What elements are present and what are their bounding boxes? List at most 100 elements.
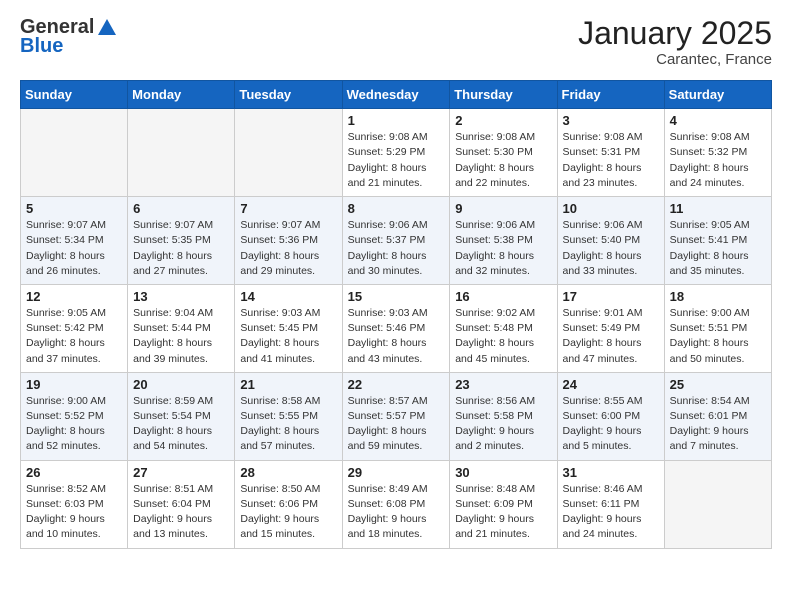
day-cell-18: 18 Sunrise: 9:00 AMSunset: 5:51 PMDayligh… — [664, 284, 771, 372]
day-cell-26: 26 Sunrise: 8:52 AMSunset: 6:03 PMDayligh… — [21, 460, 128, 548]
weekday-header-wednesday: Wednesday — [342, 81, 450, 109]
logo: General Blue — [20, 16, 118, 58]
day-info: Sunrise: 9:05 AMSunset: 5:41 PMDaylight:… — [670, 218, 766, 279]
calendar-week-2: 5 Sunrise: 9:07 AMSunset: 5:34 PMDaylight… — [21, 197, 772, 285]
day-cell-4: 4 Sunrise: 9:08 AMSunset: 5:32 PMDaylight… — [664, 109, 771, 197]
day-cell-10: 10 Sunrise: 9:06 AMSunset: 5:40 PMDayligh… — [557, 197, 664, 285]
day-info: Sunrise: 9:08 AMSunset: 5:32 PMDaylight:… — [670, 130, 766, 191]
calendar-week-5: 26 Sunrise: 8:52 AMSunset: 6:03 PMDayligh… — [21, 460, 772, 548]
day-info: Sunrise: 9:07 AMSunset: 5:34 PMDaylight:… — [26, 218, 122, 279]
day-cell-13: 13 Sunrise: 9:04 AMSunset: 5:44 PMDayligh… — [128, 284, 235, 372]
day-cell-17: 17Sunrise: 9:01 AMSunset: 5:49 PMDayligh… — [557, 284, 664, 372]
day-number: 26 — [26, 465, 122, 480]
day-cell-5: 5 Sunrise: 9:07 AMSunset: 5:34 PMDaylight… — [21, 197, 128, 285]
day-cell-29: 29 Sunrise: 8:49 AMSunset: 6:08 PMDayligh… — [342, 460, 450, 548]
day-number: 1 — [348, 113, 445, 128]
day-info: Sunrise: 9:00 AMSunset: 5:52 PMDaylight:… — [26, 394, 122, 455]
empty-cell — [21, 109, 128, 197]
day-number: 25 — [670, 377, 766, 392]
day-info: Sunrise: 9:02 AMSunset: 5:48 PMDaylight:… — [455, 306, 551, 367]
day-cell-21: 21Sunrise: 8:58 AMSunset: 5:55 PMDayligh… — [235, 372, 342, 460]
weekday-header-saturday: Saturday — [664, 81, 771, 109]
day-number: 5 — [26, 201, 122, 216]
header: General Blue January 2025 Carantec, Fran… — [20, 16, 772, 68]
day-info: Sunrise: 9:06 AMSunset: 5:40 PMDaylight:… — [563, 218, 659, 279]
day-number: 29 — [348, 465, 445, 480]
day-number: 31 — [563, 465, 659, 480]
day-info: Sunrise: 9:05 AMSunset: 5:42 PMDaylight:… — [26, 306, 122, 367]
day-cell-9: 9 Sunrise: 9:06 AMSunset: 5:38 PMDaylight… — [450, 197, 557, 285]
day-number: 16 — [455, 289, 551, 304]
day-cell-16: 16 Sunrise: 9:02 AMSunset: 5:48 PMDayligh… — [450, 284, 557, 372]
empty-cell — [235, 109, 342, 197]
day-info: Sunrise: 8:55 AMSunset: 6:00 PMDaylight:… — [563, 394, 659, 455]
weekday-header-friday: Friday — [557, 81, 664, 109]
day-info: Sunrise: 9:03 AMSunset: 5:46 PMDaylight:… — [348, 306, 445, 367]
weekday-header-sunday: Sunday — [21, 81, 128, 109]
day-cell-25: 25 Sunrise: 8:54 AMSunset: 6:01 PMDayligh… — [664, 372, 771, 460]
day-info: Sunrise: 8:46 AMSunset: 6:11 PMDaylight:… — [563, 482, 659, 543]
day-cell-19: 19 Sunrise: 9:00 AMSunset: 5:52 PMDayligh… — [21, 372, 128, 460]
calendar-table: SundayMondayTuesdayWednesdayThursdayFrid… — [20, 80, 772, 548]
day-number: 28 — [240, 465, 336, 480]
day-number: 24 — [563, 377, 659, 392]
calendar-week-1: 1Sunrise: 9:08 AMSunset: 5:29 PMDaylight… — [21, 109, 772, 197]
day-number: 11 — [670, 201, 766, 216]
day-cell-3: 3Sunrise: 9:08 AMSunset: 5:31 PMDaylight… — [557, 109, 664, 197]
page: General Blue January 2025 Carantec, Fran… — [0, 0, 792, 569]
day-cell-14: 14Sunrise: 9:03 AMSunset: 5:45 PMDayligh… — [235, 284, 342, 372]
weekday-header-monday: Monday — [128, 81, 235, 109]
day-cell-6: 6Sunrise: 9:07 AMSunset: 5:35 PMDaylight… — [128, 197, 235, 285]
calendar-week-4: 19 Sunrise: 9:00 AMSunset: 5:52 PMDayligh… — [21, 372, 772, 460]
day-number: 18 — [670, 289, 766, 304]
day-cell-7: 7 Sunrise: 9:07 AMSunset: 5:36 PMDaylight… — [235, 197, 342, 285]
day-number: 20 — [133, 377, 229, 392]
day-number: 15 — [348, 289, 445, 304]
day-info: Sunrise: 9:06 AMSunset: 5:37 PMDaylight:… — [348, 218, 445, 279]
day-info: Sunrise: 8:49 AMSunset: 6:08 PMDaylight:… — [348, 482, 445, 543]
day-info: Sunrise: 8:52 AMSunset: 6:03 PMDaylight:… — [26, 482, 122, 543]
day-info: Sunrise: 9:08 AMSunset: 5:31 PMDaylight:… — [563, 130, 659, 191]
day-cell-12: 12 Sunrise: 9:05 AMSunset: 5:42 PMDayligh… — [21, 284, 128, 372]
day-number: 30 — [455, 465, 551, 480]
day-cell-11: 11 Sunrise: 9:05 AMSunset: 5:41 PMDayligh… — [664, 197, 771, 285]
day-info: Sunrise: 8:50 AMSunset: 6:06 PMDaylight:… — [240, 482, 336, 543]
day-number: 27 — [133, 465, 229, 480]
day-info: Sunrise: 8:56 AMSunset: 5:58 PMDaylight:… — [455, 394, 551, 455]
calendar-week-3: 12 Sunrise: 9:05 AMSunset: 5:42 PMDayligh… — [21, 284, 772, 372]
day-number: 12 — [26, 289, 122, 304]
day-info: Sunrise: 9:06 AMSunset: 5:38 PMDaylight:… — [455, 218, 551, 279]
day-info: Sunrise: 8:57 AMSunset: 5:57 PMDaylight:… — [348, 394, 445, 455]
day-info: Sunrise: 9:07 AMSunset: 5:36 PMDaylight:… — [240, 218, 336, 279]
day-info: Sunrise: 9:00 AMSunset: 5:51 PMDaylight:… — [670, 306, 766, 367]
day-cell-15: 15 Sunrise: 9:03 AMSunset: 5:46 PMDayligh… — [342, 284, 450, 372]
day-number: 10 — [563, 201, 659, 216]
day-cell-28: 28 Sunrise: 8:50 AMSunset: 6:06 PMDayligh… — [235, 460, 342, 548]
empty-cell — [664, 460, 771, 548]
day-cell-23: 23 Sunrise: 8:56 AMSunset: 5:58 PMDayligh… — [450, 372, 557, 460]
day-info: Sunrise: 8:59 AMSunset: 5:54 PMDaylight:… — [133, 394, 229, 455]
day-info: Sunrise: 9:04 AMSunset: 5:44 PMDaylight:… — [133, 306, 229, 367]
day-number: 19 — [26, 377, 122, 392]
day-info: Sunrise: 8:48 AMSunset: 6:09 PMDaylight:… — [455, 482, 551, 543]
day-number: 14 — [240, 289, 336, 304]
day-number: 8 — [348, 201, 445, 216]
day-info: Sunrise: 8:58 AMSunset: 5:55 PMDaylight:… — [240, 394, 336, 455]
day-cell-1: 1Sunrise: 9:08 AMSunset: 5:29 PMDaylight… — [342, 109, 450, 197]
day-number: 7 — [240, 201, 336, 216]
day-number: 13 — [133, 289, 229, 304]
day-info: Sunrise: 8:54 AMSunset: 6:01 PMDaylight:… — [670, 394, 766, 455]
day-number: 4 — [670, 113, 766, 128]
day-cell-30: 30 Sunrise: 8:48 AMSunset: 6:09 PMDayligh… — [450, 460, 557, 548]
day-number: 17 — [563, 289, 659, 304]
empty-cell — [128, 109, 235, 197]
day-number: 9 — [455, 201, 551, 216]
day-number: 23 — [455, 377, 551, 392]
day-cell-22: 22 Sunrise: 8:57 AMSunset: 5:57 PMDayligh… — [342, 372, 450, 460]
weekday-header-row: SundayMondayTuesdayWednesdayThursdayFrid… — [21, 81, 772, 109]
day-cell-24: 24 Sunrise: 8:55 AMSunset: 6:00 PMDayligh… — [557, 372, 664, 460]
weekday-header-thursday: Thursday — [450, 81, 557, 109]
logo-icon — [96, 17, 118, 39]
day-number: 22 — [348, 377, 445, 392]
day-info: Sunrise: 8:51 AMSunset: 6:04 PMDaylight:… — [133, 482, 229, 543]
